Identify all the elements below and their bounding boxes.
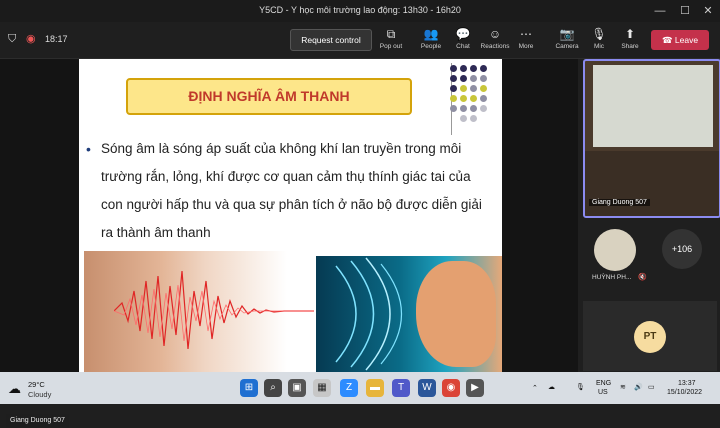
maximize-button[interactable]: ☐ (677, 3, 693, 19)
wifi-icon[interactable]: ≋ (620, 383, 626, 391)
task-view-icon[interactable]: ▣ (288, 379, 306, 397)
participant-video-name: Giang Duong 507 (589, 199, 650, 206)
slide-title: ĐỊNH NGHĨA ÂM THANH (126, 78, 412, 115)
decorative-dots (446, 63, 496, 127)
classroom-floor (585, 151, 719, 216)
sound-wave-graphic (114, 270, 314, 350)
reactions-button[interactable]: ☺ Reactions (478, 26, 512, 56)
weather-condition[interactable]: Cloudy (28, 390, 51, 399)
people-button[interactable]: 👥 People (414, 26, 448, 56)
word-app-icon[interactable]: W (418, 379, 436, 397)
mic-tray-icon[interactable]: 🎙 (576, 383, 585, 391)
chat-button[interactable]: 💬 Chat (446, 26, 480, 56)
share-icon: ⬆ (624, 27, 636, 41)
files-app-icon[interactable]: ▦ (313, 379, 331, 397)
recording-icon: ◉ (26, 33, 36, 45)
reactions-icon: ☺ (488, 27, 502, 41)
slide-body-text: Sóng âm là sóng áp suất của không khí la… (101, 141, 482, 240)
file-explorer-icon[interactable]: ▬ (366, 379, 384, 397)
chat-icon: 💬 (455, 27, 471, 41)
wave-arcs-graphic (335, 257, 402, 371)
search-icon[interactable]: ⌕ (264, 379, 282, 397)
projector-screen (593, 65, 713, 147)
more-button[interactable]: ⋯ More (509, 26, 543, 56)
phone-hangup-icon: ☎ (661, 35, 675, 45)
participant-video[interactable]: Giang Duong 507 (583, 59, 720, 218)
chevron-up-icon[interactable]: ⌃ (532, 384, 538, 392)
camera-button[interactable]: 📷 Camera (550, 26, 584, 56)
slide-body: • Sóng âm là sóng áp suất của không khí … (86, 135, 496, 247)
initials-avatar: PT (634, 321, 666, 353)
leave-button[interactable]: ☎ Leave (651, 30, 709, 50)
bullet-point: • (86, 141, 91, 157)
clock-date[interactable]: 15/10/2022 (667, 389, 702, 396)
meeting-toolbar: ⛉ ◉ 18:17 Request control ⧉ Pop out 👥 Pe… (0, 22, 720, 59)
weather-temperature[interactable]: 29°C (28, 380, 45, 389)
ear-sound-wave-image (316, 256, 502, 372)
share-button[interactable]: ⬆ Share (613, 26, 647, 56)
presentation-slide: ĐỊNH NGHĨA ÂM THANH • Sóng âm là sóng áp… (79, 59, 502, 372)
windows-taskbar: ☁ 29°C Cloudy ⊞ ⌕ ▣ ▦ Z ▬ T W ◉ ▶ ⌃ ☁ 🎙 … (0, 372, 720, 404)
pop-out-button[interactable]: ⧉ Pop out (374, 26, 408, 56)
participants-panel: Giang Duong 507 HUỲNH PH... 🔇 +106 PT (578, 59, 720, 372)
windows-start-icon[interactable]: ⊞ (240, 379, 258, 397)
teams-app-icon[interactable]: T (392, 379, 410, 397)
volume-icon[interactable]: 🔊 (634, 383, 643, 391)
request-control-button[interactable]: Request control (290, 29, 372, 51)
camera-off-icon: 📷 (559, 27, 575, 41)
pop-out-icon: ⧉ (386, 27, 396, 41)
hand-to-ear-image (84, 251, 314, 372)
chrome-app-icon[interactable]: ◉ (442, 379, 460, 397)
title-bar: Y5CD - Y học môi trường lao động: 13h30 … (0, 0, 720, 22)
shield-icon[interactable]: ⛉ (8, 33, 16, 46)
zoom-app-icon[interactable]: Z (340, 379, 358, 397)
weather-cloudy-icon[interactable]: ☁ (8, 381, 21, 397)
onedrive-icon[interactable]: ☁ (548, 383, 555, 391)
presenter-name-tag: Giang Duong 507 (6, 414, 69, 428)
participant-name: HUỲNH PH... (592, 274, 632, 281)
language-indicator-top[interactable]: ENG (596, 380, 611, 387)
more-participants-button[interactable]: +106 (662, 229, 702, 269)
shared-screen: ĐỊNH NGHĨA ÂM THANH • Sóng âm là sóng áp… (0, 59, 578, 428)
window-title: Y5CD - Y học môi trường lao động: 13h30 … (259, 5, 461, 15)
language-indicator-bottom[interactable]: US (598, 389, 608, 396)
media-player-icon[interactable]: ▶ (466, 379, 484, 397)
close-window-button[interactable]: ✕ (700, 3, 716, 19)
mic-off-icon: 🎙 (591, 27, 607, 41)
battery-icon[interactable]: ▭ (648, 383, 655, 391)
ear-illustration (416, 261, 496, 367)
meeting-timer: 18:17 (45, 34, 68, 44)
clock-time[interactable]: 13:37 (678, 380, 696, 387)
mic-button[interactable]: 🎙 Mic (582, 26, 616, 56)
participant-tile-pt[interactable]: PT (583, 301, 717, 371)
avatar[interactable] (594, 229, 636, 271)
more-icon: ⋯ (520, 27, 532, 41)
muted-mic-icon: 🔇 (638, 274, 647, 281)
people-icon: 👥 (423, 27, 439, 41)
minimize-button[interactable]: — (652, 3, 668, 19)
